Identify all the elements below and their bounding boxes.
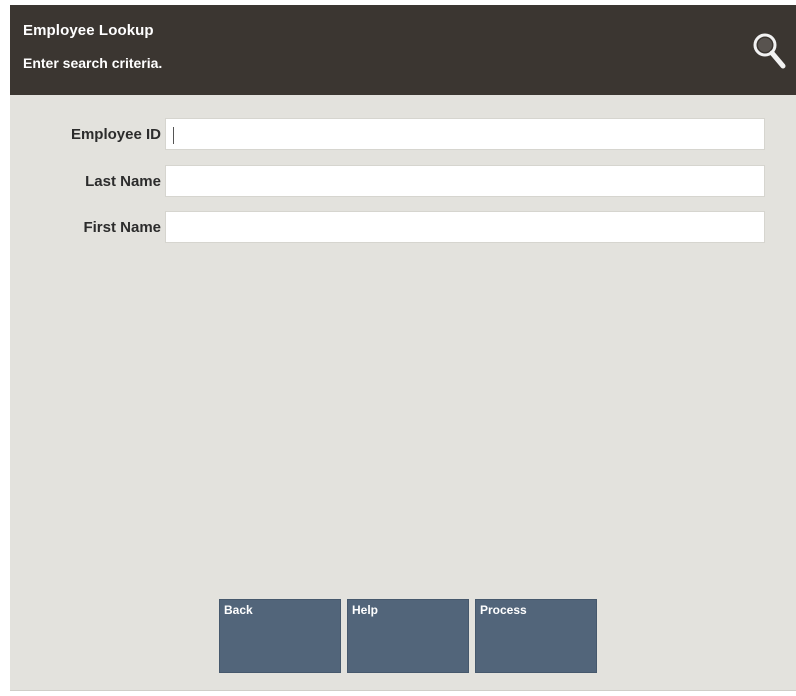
- first-name-label: First Name: [83, 219, 161, 236]
- first-name-input[interactable]: [165, 211, 765, 243]
- employee-id-input[interactable]: [165, 118, 765, 150]
- last-name-label: Last Name: [85, 173, 161, 190]
- back-button-label: Back: [224, 603, 253, 617]
- header-bar: Employee Lookup Enter search criteria.: [10, 5, 796, 95]
- back-button[interactable]: Back: [219, 599, 341, 673]
- page-title: Employee Lookup: [23, 22, 154, 39]
- employee-id-label: Employee ID: [70, 126, 161, 143]
- page-subtitle: Enter search criteria.: [23, 55, 163, 71]
- last-name-input[interactable]: [165, 165, 765, 197]
- help-button[interactable]: Help: [347, 599, 469, 673]
- employee-id-row: Employee ID: [10, 118, 796, 152]
- search-icon[interactable]: [751, 31, 787, 71]
- text-caret: [173, 127, 174, 144]
- process-button-label: Process: [480, 603, 527, 617]
- employee-lookup-screen: Employee Lookup Enter search criteria. E…: [10, 5, 796, 691]
- help-button-label: Help: [352, 603, 379, 617]
- last-name-row: Last Name: [10, 165, 796, 199]
- process-button[interactable]: Process: [475, 599, 597, 673]
- first-name-row: First Name: [10, 211, 796, 245]
